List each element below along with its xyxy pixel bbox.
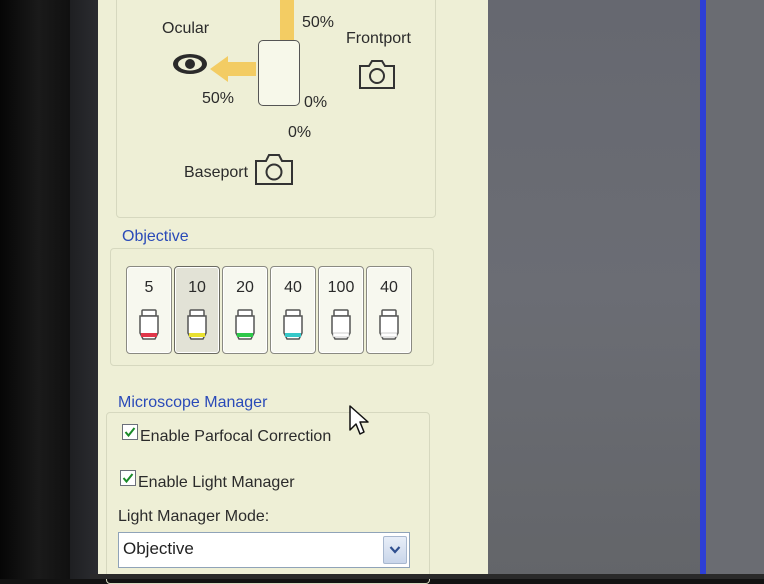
light-manager-mode-label: Light Manager Mode: [118,508,270,525]
chevron-down-icon [389,546,401,554]
ocular-percent: 50% [202,90,235,107]
light-path-arrow-up [280,0,294,40]
objective-lens-icon [283,309,303,340]
objective-lens-icon [235,309,255,340]
objective-magnification: 10 [188,279,206,296]
objective-section-title: Objective [122,228,193,246]
light-manager-label[interactable]: Enable Light Manager [138,474,295,492]
monitor-bezel-left [0,0,70,579]
frontport-camera-icon[interactable] [358,58,396,90]
objective-lens-icon [187,309,207,340]
objective-lens-icon [331,309,351,340]
frontport-label: Frontport [346,30,411,47]
ocular-label: Ocular [162,20,210,37]
objective-magnification: 5 [144,279,154,296]
objective-magnification: 100 [327,279,355,296]
objective-button-20x[interactable]: 20 [222,266,268,354]
light-manager-mode-select[interactable]: Objective [118,532,410,568]
objective-lens-icon [379,309,399,340]
checkmark-icon [122,473,134,484]
objective-button-10x[interactable]: 10 [174,266,220,354]
mouse-pointer-icon [349,405,369,435]
objective-button-100x[interactable]: 100 [318,266,364,354]
objective-magnification: 40 [380,279,398,296]
baseport-label: Baseport [184,164,249,181]
monitor-frame-edge [70,0,98,579]
light-manager-checkbox[interactable] [120,470,136,486]
parfocal-checkbox[interactable] [122,424,138,440]
desktop-background-right [706,0,764,579]
objective-button-5x[interactable]: 5 [126,266,172,354]
baseport-percent: 0% [288,124,312,141]
objective-button-40x-alt[interactable]: 40 [366,266,412,354]
select-value: Objective [123,539,194,558]
eye-icon[interactable] [170,52,210,76]
beam-splitter-box[interactable] [258,40,300,106]
screen-bottom-edge [90,574,764,579]
objective-button-40x[interactable]: 40 [270,266,316,354]
parfocal-label[interactable]: Enable Parfocal Correction [140,428,331,446]
frontport-percent: 0% [304,94,328,111]
top-port-percent: 50% [302,14,335,31]
light-path-arrow-left [226,62,256,76]
microscope-control-panel: 50% Ocular Frontport 50% 0% 0% Baseport … [98,0,488,584]
objective-magnification: 20 [236,279,254,296]
objective-lens-icon [139,309,159,340]
checkmark-icon [124,427,136,438]
dropdown-button[interactable] [383,536,407,564]
baseport-camera-icon[interactable] [254,152,294,186]
microscope-manager-title: Microscope Manager [118,394,272,412]
objective-magnification: 40 [284,279,302,296]
